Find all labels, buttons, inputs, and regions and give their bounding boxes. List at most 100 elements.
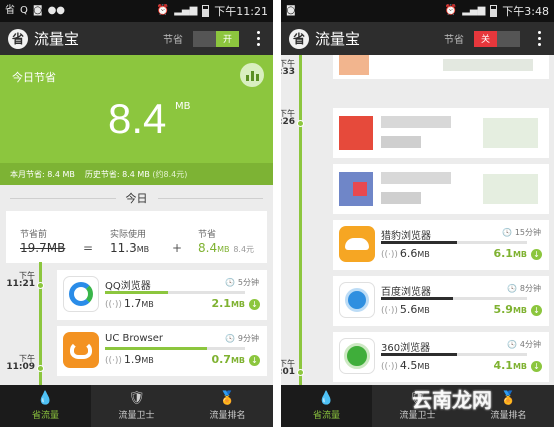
- status-bar: 省 Q ◙ ●● ⏰ ▂▄▆ 下午11:21: [0, 0, 273, 22]
- usage-bar: [381, 241, 527, 244]
- app-name: 猎豹浏览器: [381, 231, 431, 242]
- saved-info-icon[interactable]: ↓: [531, 249, 542, 260]
- today-summary: 今日节省 8.4 MB 本月节省: 8.4 MB 历史节省: 8.4 MB (约…: [0, 55, 273, 185]
- time-marker: 下午 11:21: [6, 271, 35, 290]
- saved-info-icon[interactable]: ↓: [249, 299, 260, 310]
- medal-icon: 🏅: [500, 390, 517, 406]
- drop-icon: 💧: [37, 390, 54, 406]
- cat-notification-icon: ◙: [32, 5, 43, 16]
- qq-browser-icon: [63, 276, 99, 312]
- alarm-icon: ⏰: [156, 5, 170, 16]
- usage-bar: [105, 347, 245, 350]
- app-saved-unit: MB: [512, 250, 527, 259]
- saved-money: 8.4元: [233, 245, 255, 254]
- save-toggle-label: 节省: [163, 35, 183, 46]
- saved-value: 8.4: [198, 241, 218, 255]
- equals-sign: =: [83, 241, 94, 255]
- history-saved-money: (约8.4元): [152, 169, 188, 179]
- saved-info-icon[interactable]: ↓: [531, 361, 542, 372]
- save-toggle-on: 开: [216, 30, 239, 47]
- app-record-360-browser[interactable]: 360浏览器 🕓 4分钟 ((·)) 4.5MB 4.1MB ↓: [333, 332, 549, 382]
- app-name: 360浏览器: [381, 343, 431, 354]
- signal-icon: ((·)): [381, 362, 398, 372]
- app-used-value: 5.6: [399, 303, 418, 316]
- app-record-uc-browser[interactable]: UC Browser 🕓 9分钟 ((·)) 1.9MB 0.7MB ↓: [57, 326, 267, 376]
- app-record-qq-browser[interactable]: QQ浏览器 🕓 5分钟 ((·)) 1.7MB 2.1MB ↓: [57, 270, 267, 320]
- app-saved-value: 6.1: [493, 247, 513, 260]
- blurred-app-record: [333, 55, 549, 79]
- app-record-baidu-browser[interactable]: 百度浏览器 🕓 8分钟 ((·)) 5.6MB 5.9MB ↓: [333, 276, 549, 326]
- app-duration: 15分钟: [514, 228, 541, 237]
- actual-used-value: 11.3: [110, 241, 137, 255]
- app-duration: 8分钟: [519, 284, 541, 293]
- app-record-cheetah-browser[interactable]: 猎豹浏览器 🕓 15分钟 ((·)) 6.6MB 6.1MB ↓: [333, 220, 549, 270]
- usage-bar: [105, 291, 245, 294]
- wechat-notification-icon: ●●: [47, 5, 66, 16]
- nav-save-traffic[interactable]: 💧 省流量: [0, 385, 91, 427]
- action-bar: 省 流量宝 节省 开: [0, 22, 273, 55]
- app-logo-icon: 省: [8, 28, 28, 49]
- app-name: 百度浏览器: [381, 287, 431, 298]
- summary-footer: 本月节省: 8.4 MB 历史节省: 8.4 MB (约8.4元): [0, 163, 273, 185]
- app-used-value: 1.9: [123, 353, 142, 366]
- app-used-unit: MB: [141, 300, 154, 309]
- overflow-menu-icon[interactable]: [532, 31, 546, 46]
- shield-icon: 🛡: [128, 390, 145, 406]
- status-time: 下午3:48: [502, 5, 549, 18]
- save-toggle-label: 节省: [444, 35, 464, 46]
- status-time: 下午11:21: [214, 5, 268, 18]
- app-duration: 9分钟: [237, 334, 259, 343]
- nav-traffic-ranking[interactable]: 🏅 流量排名: [182, 385, 273, 427]
- save-toggle-off: 关: [474, 30, 497, 47]
- app-saved-value: 4.1: [493, 359, 513, 372]
- app-saved-value: 0.7: [211, 353, 231, 366]
- app-used-unit: MB: [417, 362, 430, 371]
- statistics-chart-icon[interactable]: [240, 63, 264, 87]
- saved-info-icon[interactable]: ↓: [249, 355, 260, 366]
- nav-traffic-guard[interactable]: 🛡 流量卫士: [91, 385, 182, 427]
- app-logo-icon: 省: [289, 28, 309, 49]
- today-stats-card: 节省前 19.7MB = 实际使用 11.3MB + 节省 8.4MB 8.4元: [6, 211, 267, 263]
- 360-browser-icon: [339, 338, 375, 374]
- baidu-browser-icon: [339, 282, 375, 318]
- app-saved-unit: MB: [230, 300, 245, 309]
- blurred-app-record: [333, 108, 549, 158]
- app-used-unit: MB: [417, 306, 430, 315]
- watermark: 云南龙网: [412, 388, 492, 412]
- clock-icon: 🕓: [225, 278, 236, 287]
- alarm-icon: ⏰: [444, 5, 458, 16]
- left-screen: 省 Q ◙ ●● ⏰ ▂▄▆ 下午11:21 省 流量宝 节省 开 今日节省 8…: [0, 0, 273, 427]
- signal-icon: ((·)): [381, 250, 398, 260]
- status-bar: ◙ ⏰ ▂▄▆ 下午3:48: [281, 0, 554, 22]
- month-saved-label: 本月节省:: [10, 169, 45, 179]
- app-used-unit: MB: [417, 250, 430, 259]
- save-toggle[interactable]: 关: [474, 30, 520, 47]
- today-saved-label: 今日节省: [12, 71, 56, 84]
- timeline-dot: [297, 369, 304, 376]
- clock-icon: 🕓: [502, 228, 513, 237]
- signal-icon: ((·)): [105, 300, 122, 310]
- nav-save-traffic[interactable]: 💧 省流量: [281, 385, 372, 427]
- save-toggle[interactable]: 开: [193, 30, 239, 47]
- saved-label: 节省: [198, 230, 217, 240]
- overflow-menu-icon[interactable]: [251, 31, 265, 46]
- saved-info-icon[interactable]: ↓: [531, 305, 542, 316]
- app-name: QQ浏览器: [105, 281, 151, 292]
- cheetah-browser-icon: [339, 226, 375, 262]
- usage-bar: [381, 353, 527, 356]
- app-saved-unit: MB: [512, 362, 527, 371]
- actual-used-unit: MB: [136, 245, 150, 254]
- clock-icon: 🕓: [507, 284, 518, 293]
- cat-notification-icon: ◙: [286, 5, 296, 16]
- app-duration: 4分钟: [519, 340, 541, 349]
- app-saved-unit: MB: [512, 306, 527, 315]
- carrier-icon: 省: [5, 5, 15, 16]
- today-saved-unit: MB: [175, 101, 191, 112]
- time-marker: 下午 11:09: [6, 354, 35, 373]
- signal-icon: ▂▄▆: [462, 5, 486, 16]
- app-duration: 5分钟: [237, 278, 259, 287]
- before-label: 节省前: [20, 230, 48, 240]
- timeline-dot: [297, 120, 304, 127]
- app-title: 流量宝: [34, 30, 80, 48]
- today-saved-value: 8.4: [108, 95, 167, 142]
